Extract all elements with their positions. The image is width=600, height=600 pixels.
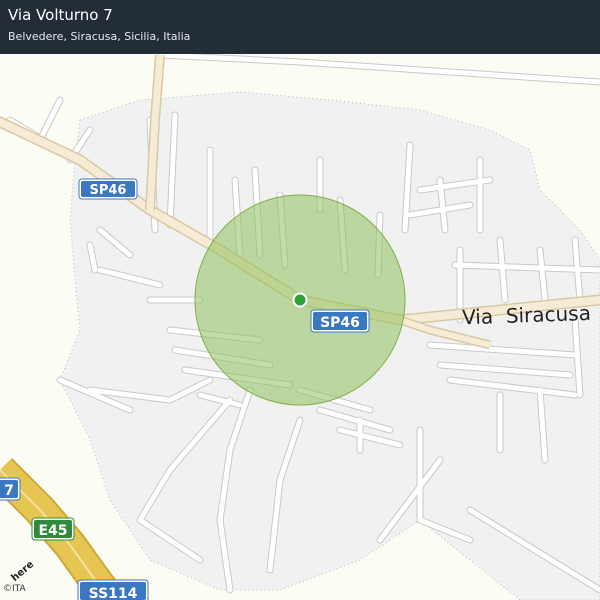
road-top-fill bbox=[159, 52, 600, 85]
shield-sp46-west: SP46 bbox=[78, 178, 138, 200]
shield-sp46-center: SP46 bbox=[310, 309, 370, 333]
shield-ss114-label: SS114 bbox=[89, 586, 138, 600]
location-header: Via Volturno 7 Belvedere, Siracusa, Sici… bbox=[0, 0, 600, 54]
shield-partial-7-label: 7 bbox=[4, 483, 14, 499]
shield-sp46-center-label: SP46 bbox=[320, 315, 360, 331]
shield-ss114: SS114 bbox=[77, 579, 149, 600]
shield-sp46-west-label: SP46 bbox=[90, 183, 127, 198]
location-subtitle: Belvedere, Siracusa, Sicilia, Italia bbox=[8, 30, 191, 43]
map-canvas[interactable]: SP46 SP46 E45 SS114 7 Via Siracusa bbox=[0, 0, 600, 600]
street-label-via-siracusa: Via Siracusa bbox=[462, 301, 592, 329]
attribution: ©ITA bbox=[3, 584, 26, 594]
shield-partial-7: 7 bbox=[0, 477, 21, 501]
shield-e45-label: E45 bbox=[38, 523, 67, 539]
location-title: Via Volturno 7 bbox=[8, 6, 113, 24]
shield-e45: E45 bbox=[31, 517, 75, 541]
location-dot-icon[interactable] bbox=[292, 292, 308, 308]
